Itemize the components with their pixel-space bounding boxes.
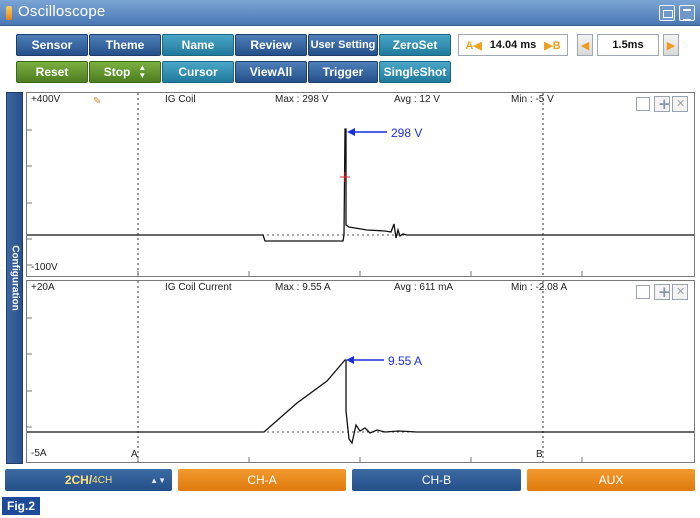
trigger-marker [340,172,350,182]
name-button[interactable]: Name [162,34,234,56]
tab-aux[interactable]: AUX [527,469,695,491]
window-menu-icon[interactable] [679,5,695,21]
restore-window-icon[interactable] [659,5,675,21]
timebase-decrease-icon[interactable]: ◀ [577,34,593,56]
channel-count-main: 2CH [64,473,89,487]
stepper-icon: ▲▼ [150,475,166,485]
ch1-panel-controls [636,95,688,113]
zeroset-button[interactable]: ZeroSet [379,34,451,56]
channel-count-alt: 4CH [92,474,113,486]
voltage-waveform-plot: ✎ [27,93,694,276]
timebase-value: 1.5ms [597,34,659,56]
window-title: Oscilloscope [18,3,106,20]
channel-panel-ig-coil[interactable]: ✎ +400V IG Coil Max : 298 V Avg : 12 V M… [26,92,695,277]
cursor-a-marker: A◀ [465,39,482,52]
singleshot-button[interactable]: SingleShot [379,61,451,83]
stepper-icon: ▲▼ [138,63,147,80]
ch2-panel-controls [636,283,688,301]
user-setting-button[interactable]: User Setting [308,34,378,56]
timebase-increase-icon[interactable]: ▶ [663,34,679,56]
ch2-peak-annotation: 9.55 A [388,354,423,368]
configuration-tab-label: Configuration [9,245,20,311]
stop-button-label: Stop [103,65,131,79]
ch1-select-checkbox[interactable] [636,97,650,111]
ch1-max: Max : 298 V [275,94,329,105]
ch2-max: Max : 9.55 A [275,282,331,293]
current-waveform-plot [27,281,694,462]
cursor-delta-value: 14.04 ms [489,39,537,51]
reset-button[interactable]: Reset [16,61,88,83]
ch2-min: Min : -2.08 A [511,282,568,293]
app-icon [6,6,12,20]
review-button[interactable]: Review [235,34,307,56]
current-trace [27,359,694,445]
ch1-close-icon[interactable] [672,96,688,112]
cursor-b-label[interactable]: B [536,449,543,460]
theme-button[interactable]: Theme [89,34,161,56]
figure-label: Fig.2 [2,497,41,515]
peak-annotation-arrow [347,128,387,136]
ch2-scale-max: +20A [31,282,55,293]
ch2-name: IG Coil Current [165,282,232,293]
ch1-scale-max: +400V [31,94,61,105]
cursor-b-marker: ▶B [544,39,561,52]
cursor-delta-display: A◀ 14.04 ms ▶B [458,34,568,56]
stop-button[interactable]: Stop ▲ ▼ [89,61,161,83]
trigger-button[interactable]: Trigger [308,61,378,83]
channel-tab-bar: 2CH / 4CH ▲▼ CH-A CH-B AUX [0,469,700,491]
ch2-scale-min: -5A [31,448,47,459]
ch2-select-checkbox[interactable] [636,285,650,299]
viewall-button[interactable]: ViewAll [235,61,307,83]
channel-panel-ig-coil-current[interactable]: +20A IG Coil Current Max : 9.55 A Avg : … [26,280,695,463]
voltage-trace [27,128,694,242]
probe-icon: ✎ [93,96,101,107]
cursor-a-label[interactable]: A [131,449,138,460]
channel-count-select[interactable]: 2CH / 4CH ▲▼ [5,469,172,491]
ch2-avg: Avg : 611 mA [394,282,454,293]
sensor-button[interactable]: Sensor [16,34,88,56]
configuration-tab[interactable]: Configuration [6,92,23,464]
ch1-avg: Avg : 12 V [394,94,440,105]
tab-ch-a[interactable]: CH-A [178,469,346,491]
cursor-button[interactable]: Cursor [162,61,234,83]
ch1-min: Min : -5 V [511,94,554,105]
ch1-zoom-plus-icon[interactable] [654,95,671,113]
peak-annotation-arrow [346,356,384,364]
toolbar: Sensor Theme Name Review User Setting Ze… [0,26,700,88]
ch2-zoom-plus-icon[interactable] [654,283,671,301]
ch1-name: IG Coil [165,94,196,105]
title-bar: Oscilloscope [0,0,700,26]
ch2-close-icon[interactable] [672,284,688,300]
ch1-scale-min: -100V [31,262,58,273]
tab-ch-b[interactable]: CH-B [352,469,521,491]
ch1-peak-annotation: 298 V [391,126,423,140]
